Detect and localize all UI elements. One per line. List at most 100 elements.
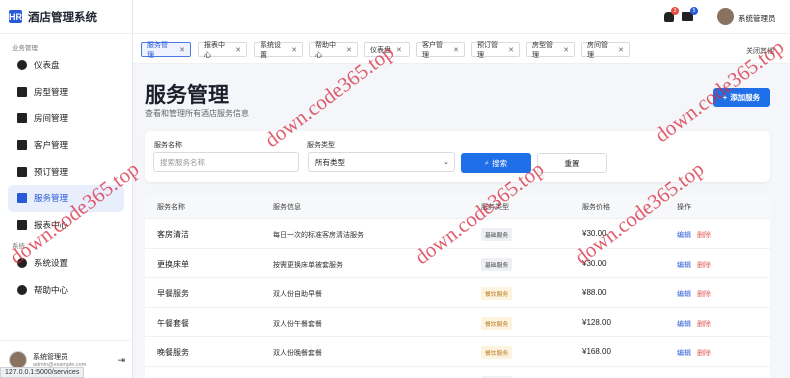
add-service-button[interactable]: + 添加服务 [713,88,770,107]
close-icon[interactable]: ✕ [179,46,185,54]
help-icon [17,285,27,296]
header-actions: 操作 [677,204,691,211]
edit-button[interactable]: 编辑 [677,319,691,329]
layers-icon [17,86,27,97]
service-name-input[interactable]: 搜索服务名称 [153,152,299,172]
mail-icon[interactable]: 5 [682,7,698,21]
sidebar-item-label: 仪表盘 [34,60,60,71]
close-icon[interactable]: ✕ [291,46,297,54]
service-price-cell: ¥88.00 [582,288,607,297]
filter-panel: 服务名称 搜索服务名称 服务类型 所有类型 ⌄ ⌕ 搜索 重置 [145,131,770,182]
search-icon: ⌕ [484,158,490,167]
service-type-badge: 餐饮服务 [481,346,513,359]
table-header: 服务名称 服务信息 服务类型 服务价格 操作 [145,194,770,219]
tab-bar: 服务管理 ✕ 报表中心 ✕ 系统设置 ✕ 帮助中心 ✕ 仪表盘 ✕ 客户管理 ✕ 预订管理 ✕ 房型管理 ✕ 房… [133,34,790,64]
tab-label: 报表中心 [204,41,225,59]
delete-button[interactable]: 删除 [697,319,711,329]
close-icon[interactable]: ✕ [396,46,402,54]
close-others-button[interactable]: 关闭其他 [746,46,774,56]
tab-8[interactable]: 房间管理 ✕ [581,41,630,59]
service-price-cell: ¥30.00 [582,258,607,268]
sidebar-item-label: 服务管理 [34,193,69,204]
topbar-user-name[interactable]: 系统管理员 [738,13,776,24]
section-label-system: 系统 [12,243,25,251]
tab-5[interactable]: 客户管理 ✕ [416,42,465,59]
chevron-down-icon: ⌄ [443,159,449,166]
sidebar-item-label: 预订管理 [34,166,69,177]
sidebar-item-6[interactable]: 报表中心 [0,212,132,239]
sidebar-item-label: 房型管理 [34,86,69,97]
tab-6[interactable]: 预订管理 ✕ [471,41,520,59]
close-icon[interactable]: ✕ [508,46,514,54]
sidebar-item-1[interactable]: 房型管理 [0,79,132,106]
edit-button[interactable]: 编辑 [677,260,691,270]
sidebar-item-label: 系统设置 [34,258,69,269]
app-title: 酒店管理系统 [28,11,97,24]
message-badge: 5 [690,7,698,15]
search-button[interactable]: ⌕ 搜索 [461,153,531,173]
service-info-cell: 每日一次的标准客房清洁服务 [273,232,364,239]
tab-label: 房间管理 [587,41,608,59]
delete-button[interactable]: 删除 [697,230,711,240]
close-icon[interactable]: ✕ [563,46,569,54]
sidebar-user-name: 系统管理员 [33,353,68,361]
reset-button[interactable]: 重置 [537,153,607,173]
sidebar-item-label: 房间管理 [34,113,69,124]
header-price: 服务价格 [582,204,610,211]
clipboard-icon [17,166,27,177]
table-row: 洗衣服务每日衣物清洗服务基础服务¥60.00编辑删除 [145,367,770,378]
service-price-cell: ¥128.00 [582,317,611,327]
table-row: 早餐服务 双人份自助早餐 餐饮服务 ¥88.00 编辑 删除 [145,278,770,308]
tab-1[interactable]: 报表中心 ✕ [198,41,247,59]
close-icon[interactable]: ✕ [346,46,352,54]
tab-0[interactable]: 服务管理 ✕ [141,42,191,59]
service-name-label: 服务名称 [154,142,182,149]
edit-button[interactable]: 编辑 [677,230,691,240]
bed-icon [17,113,27,124]
service-type-badge: 基础服务 [481,228,513,241]
gear-icon [17,258,27,269]
service-info-cell: 双人份晚餐套餐 [273,350,322,357]
table-row: 午餐套餐 双人份午餐套餐 餐饮服务 ¥128.00 编辑 删除 [145,308,770,337]
user-avatar[interactable] [717,8,734,25]
close-icon[interactable]: ✕ [235,46,241,54]
service-info-cell: 按需更换床单被套服务 [273,261,343,269]
tab-label: 预订管理 [477,41,498,59]
sidebar-item-0[interactable]: 仪表盘 [0,52,132,79]
search-label: 搜索 [492,158,508,168]
avatar [9,350,27,369]
tab-label: 仪表盘 [370,46,391,54]
table-row: 客房清洁 每日一次的标准客房清洁服务 基础服务 ¥30.00 编辑 删除 [145,219,770,249]
sidebar-item-label: 报表中心 [34,219,69,230]
delete-button[interactable]: 删除 [697,260,711,270]
bell-icon[interactable]: 3 [664,7,679,22]
plus-icon: + [722,93,728,102]
close-icon[interactable]: ✕ [618,46,624,54]
sidebar-item-5[interactable]: 服务管理 [8,184,124,212]
topbar: 3 5 系统管理员 [133,0,790,34]
tab-2[interactable]: 系统设置 ✕ [254,42,303,59]
logout-icon[interactable]: ⇥ [117,355,125,366]
sidebar-item-7[interactable]: 系统设置 [0,250,132,277]
sidebar-item-2[interactable]: 房间管理 [0,105,132,132]
users-icon [17,140,27,151]
brand[interactable]: HR 酒店管理系统 [0,0,132,34]
pie-chart-icon [17,60,27,71]
edit-button[interactable]: 编辑 [677,348,691,358]
table-row: 更换床单 按需更换床单被套服务 基础服务 ¥30.00 编辑 删除 [145,249,770,278]
sidebar-item-8[interactable]: 帮助中心 [0,277,132,304]
sidebar-item-3[interactable]: 客户管理 [0,132,132,159]
tab-7[interactable]: 房型管理 ✕ [526,42,575,59]
edit-button[interactable]: 编辑 [677,289,691,299]
delete-button[interactable]: 删除 [697,348,711,358]
tab-3[interactable]: 帮助中心 ✕ [309,42,358,59]
tab-4[interactable]: 仪表盘 ✕ [364,42,410,57]
service-name-cell: 午餐套餐 [157,318,189,328]
service-type-badge: 餐饮服务 [481,287,513,300]
close-icon[interactable]: ✕ [453,46,459,54]
report-icon [17,219,27,230]
page-title: 服务管理 [145,84,229,107]
delete-button[interactable]: 删除 [697,289,711,299]
service-type-select[interactable]: 所有类型 ⌄ [308,152,455,172]
sidebar-item-4[interactable]: 预订管理 [0,158,132,185]
